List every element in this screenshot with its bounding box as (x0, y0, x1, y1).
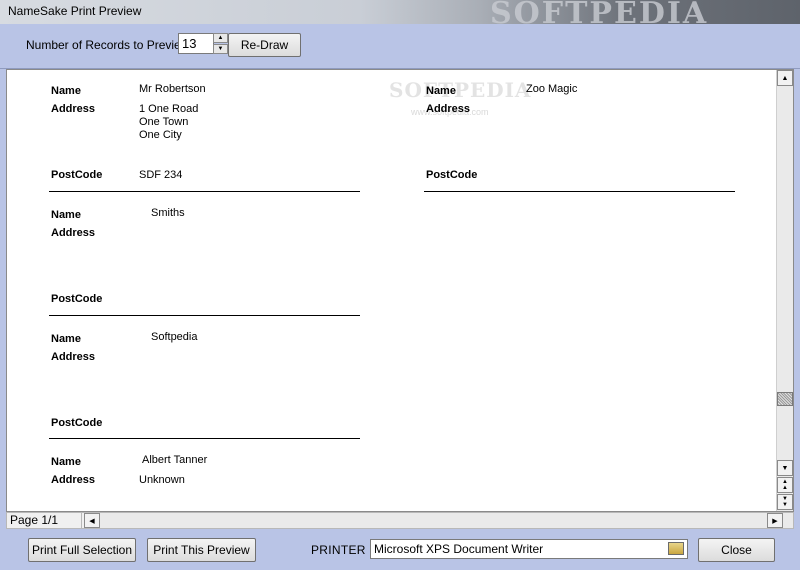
redraw-button[interactable]: Re-Draw (228, 33, 301, 57)
record-name: Softpedia (151, 331, 198, 343)
scroll-down-icon[interactable]: ▼ (777, 460, 793, 476)
postcode-label: PostCode (51, 293, 103, 305)
record-postcode: SDF 234 (139, 169, 183, 181)
stepper-up-icon[interactable]: ▲ (213, 33, 228, 43)
title-bar: NameSake Print Preview SOFTPEDIA (0, 0, 800, 31)
address-label: Address (51, 351, 96, 363)
records-label: Number of Records to Preview (26, 38, 190, 52)
record-name: Smiths (151, 207, 185, 219)
bottom-bar: Print Full Selection Print This Preview … (0, 530, 800, 570)
scroll-thumb[interactable] (777, 392, 793, 406)
printer-select[interactable]: Microsoft XPS Document Writer (370, 539, 688, 559)
name-label: Name (51, 209, 81, 221)
vertical-scrollbar[interactable]: ▲ ▼ ▲ ▲ ▼ ▼ (776, 70, 793, 511)
stepper-down-icon[interactable]: ▼ (213, 44, 228, 54)
record-name: Mr Robertson (139, 83, 206, 95)
page-watermark: SOFTPEDIA (389, 78, 532, 102)
name-label: Name (51, 85, 81, 97)
address-line: 1 One Road (139, 103, 199, 115)
page-up-icon[interactable]: ▲ ▲ (777, 477, 793, 493)
print-full-selection-button[interactable]: Print Full Selection (28, 538, 136, 562)
print-this-preview-button[interactable]: Print This Preview (147, 538, 256, 562)
record-divider (49, 438, 360, 439)
postcode-label: PostCode (426, 169, 478, 181)
record-divider (424, 191, 735, 192)
scroll-left-icon[interactable]: ◀ (84, 513, 100, 528)
record-divider (49, 191, 360, 192)
printer-label: PRINTER (311, 543, 366, 557)
scroll-up-icon[interactable]: ▲ (777, 70, 793, 86)
page-indicator: Page 1/1 (7, 513, 82, 528)
preview-pane: SOFTPEDIA www.softpedia.com Name Mr Robe… (6, 69, 794, 512)
record-divider (49, 315, 360, 316)
record-name: Zoo Magic (526, 83, 578, 95)
address-line: Unknown (139, 474, 185, 486)
address-line: One Town (139, 116, 189, 128)
record-name: Albert Tanner (142, 454, 208, 466)
address-line: One City (139, 129, 182, 141)
address-label: Address (51, 227, 96, 239)
horizontal-scrollbar[interactable]: ◀ ▶ (84, 513, 793, 528)
preview-page: SOFTPEDIA www.softpedia.com Name Mr Robe… (7, 70, 777, 511)
status-bar: Page 1/1 ◀ ▶ (6, 512, 794, 529)
scroll-right-icon[interactable]: ▶ (767, 513, 783, 528)
printer-value: Microsoft XPS Document Writer (374, 542, 544, 556)
postcode-label: PostCode (51, 169, 103, 181)
records-stepper[interactable]: ▲ ▼ (213, 33, 228, 54)
address-label: Address (51, 103, 96, 115)
close-button[interactable]: Close (698, 538, 775, 562)
window-title: NameSake Print Preview (8, 4, 142, 18)
name-label: Name (426, 85, 456, 97)
postcode-label: PostCode (51, 417, 103, 429)
address-label: Address (51, 474, 96, 486)
page-down-icon[interactable]: ▼ ▼ (777, 494, 793, 510)
toolbar: Number of Records to Preview ▲ ▼ Re-Draw (0, 24, 800, 69)
address-label: Address (426, 103, 471, 115)
printer-browse-icon[interactable] (668, 542, 684, 555)
records-count-input[interactable] (178, 33, 214, 54)
name-label: Name (51, 456, 81, 468)
name-label: Name (51, 333, 81, 345)
